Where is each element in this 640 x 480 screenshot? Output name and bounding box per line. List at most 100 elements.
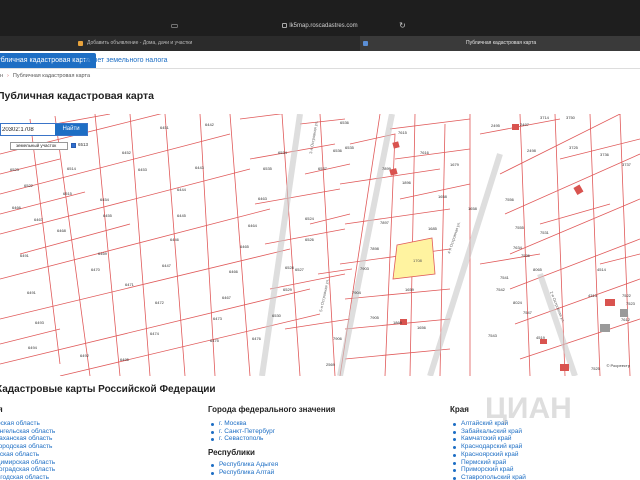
parcel-number: 6451	[160, 125, 170, 130]
region-link[interactable]: Брянская область	[0, 451, 55, 459]
parcel-number: 6535	[263, 166, 273, 171]
region-link[interactable]: Волгоградская область	[0, 466, 55, 474]
parcel-number: 4519	[536, 335, 546, 340]
parcel-number: 6526	[305, 237, 315, 242]
parcel-number: 6472	[155, 300, 165, 305]
browser-tab-map[interactable]: Публичная кадастровая карта	[360, 36, 640, 51]
parcel-number: 2495	[491, 123, 501, 128]
parcel-number: 6514	[67, 166, 77, 171]
parcel-number: 3736	[600, 152, 610, 157]
parcel-number: 7541	[500, 275, 510, 280]
parcel-number: 6469	[98, 251, 108, 256]
krai-link[interactable]: Красноярский край	[450, 451, 526, 459]
region-link[interactable]: Астраханская область	[0, 435, 55, 443]
address-bar[interactable]: lk5map.roscadastres.com	[0, 23, 640, 29]
parcel-number: 6463	[258, 196, 268, 201]
parcel-number: 1656	[417, 325, 427, 330]
parcel-number: 6468	[57, 228, 67, 233]
parcel-number: 1869	[393, 320, 403, 325]
parcel-number: 7547	[523, 310, 533, 315]
parcel-number: 4313	[588, 293, 598, 298]
parcel-number: 6528	[285, 265, 295, 270]
layer-checkbox[interactable]	[71, 143, 76, 148]
parcel-number: 6493	[35, 320, 45, 325]
parcel-number: 6537	[318, 166, 328, 171]
parcel-number: 6527	[295, 267, 305, 272]
layer-count: 6513	[78, 142, 89, 147]
screen: ▭ lk5map.roscadastres.com ↻ Добавить объ…	[0, 0, 640, 480]
reload-icon[interactable]: ↻	[398, 21, 407, 30]
url-text: lk5map.roscadastres.com	[289, 23, 358, 30]
parcel-number: 7615	[398, 130, 408, 135]
parcel-number: 6443	[195, 165, 205, 170]
parcel-number: 7634	[513, 245, 523, 250]
region-link[interactable]: Белгородская область	[0, 443, 55, 451]
krai-link[interactable]: Приморский край	[450, 466, 526, 474]
federal-cities-list: г. Москва г. Санкт-Петербург г. Севастопол…	[208, 420, 275, 443]
parcel-number: 6492	[80, 353, 90, 358]
parcel-number: 7523	[626, 301, 636, 306]
parcel-number: 6446	[170, 237, 180, 242]
parcel-number: 6529	[283, 287, 293, 292]
browser-tabs: Добавить объявление - Дома, дачи и участ…	[0, 36, 640, 51]
breadcrumb-current: Публичная кадастровая карта	[12, 73, 91, 79]
page-title-text: Публичная кадастровая карта	[0, 90, 155, 102]
browser-tab-ad[interactable]: Добавить объявление - Дома, дачи и участ…	[75, 36, 360, 51]
parcel-number: 7531	[540, 230, 550, 235]
parcel-number: 7522	[622, 293, 632, 298]
parcel-number: 7536	[521, 253, 531, 258]
cadastral-search-input[interactable]	[1, 124, 55, 135]
browser-toolbar: ▭ lk5map.roscadastres.com ↻	[0, 0, 640, 36]
tab-land-tax[interactable]: Расчет земельного налога	[76, 53, 174, 68]
krai-list: Алтайский край Забайкальский край Камчатск…	[450, 420, 526, 480]
parcel-number: 3750	[566, 115, 576, 120]
parcel-number: 6494	[28, 345, 38, 350]
republic-link[interactable]: Республика Адыгея	[208, 461, 278, 469]
breadcrumb: н › Публичная кадастровая карта	[0, 73, 91, 79]
lock-icon	[282, 23, 288, 28]
cadastral-map[interactable]: 1708 6451 6442 6534 6536 6523 6514 6452 6453 644…	[0, 114, 640, 376]
parcel-number: 2569	[326, 362, 336, 367]
layer-select[interactable]: земельный участок	[10, 142, 68, 150]
column-heading-regions: я	[0, 405, 3, 414]
parcel-number: 6466	[12, 205, 22, 210]
parcel-number: 6522	[24, 183, 34, 188]
parcel-number: 6524	[305, 216, 315, 221]
regions-list: Амурская областьАрхангельская областьАст…	[0, 420, 55, 480]
find-button[interactable]: Найти	[55, 124, 87, 135]
parcel-number: 6453	[138, 167, 148, 172]
region-link[interactable]: Амурская область	[0, 420, 55, 428]
krai-link[interactable]: Ставропольский край	[450, 474, 526, 480]
krai-link[interactable]: Краснодарский край	[450, 443, 526, 451]
parcel-number: 7904	[352, 290, 362, 295]
federal-city-link[interactable]: г. Севастополь	[208, 435, 275, 443]
parcel-number: 6444	[177, 187, 187, 192]
search-box: Найти	[0, 123, 88, 136]
map-attribution: © Росреестр	[606, 363, 630, 368]
tab-label: Добавить объявление - Дома, дачи и участ…	[87, 40, 193, 46]
parcel-number: 6475	[210, 338, 220, 343]
parcel-number: 6473	[213, 316, 223, 321]
parcel-number: 7612	[621, 317, 631, 322]
parcel-number: 4514	[597, 267, 607, 272]
section-title: Кадастровые карты Российской Федерации	[0, 384, 216, 395]
parcel-number: 6452	[122, 150, 132, 155]
republic-link[interactable]: Республика Алтай	[208, 469, 278, 477]
parcel-number: 7906	[333, 336, 343, 341]
parcel-number: 6445	[177, 213, 187, 218]
federal-city-link[interactable]: г. Санкт-Петербург	[208, 428, 275, 436]
column-heading-federal-cities: Города федерального значения	[208, 405, 336, 414]
street-label: 5-я Островная ул.	[318, 278, 330, 312]
column-heading-republics: Республики	[208, 448, 255, 457]
federal-city-link[interactable]: г. Москва	[208, 420, 275, 428]
parcel-number: 6534	[278, 150, 288, 155]
parcel-number: 1685	[428, 226, 438, 231]
parcel-number: 6467	[222, 295, 232, 300]
map-canvas[interactable]: 1708 6451 6442 6534 6536 6523 6514 6452 6453 644…	[0, 114, 640, 376]
region-link[interactable]: Вологодская область	[0, 474, 55, 480]
parcel-number: 7543	[488, 333, 498, 338]
parcel-number: 7899	[382, 166, 392, 171]
krai-link[interactable]: Камчатский край	[450, 435, 526, 443]
parcel-number: 6536	[340, 120, 350, 125]
parcel-number: 6476	[252, 336, 262, 341]
